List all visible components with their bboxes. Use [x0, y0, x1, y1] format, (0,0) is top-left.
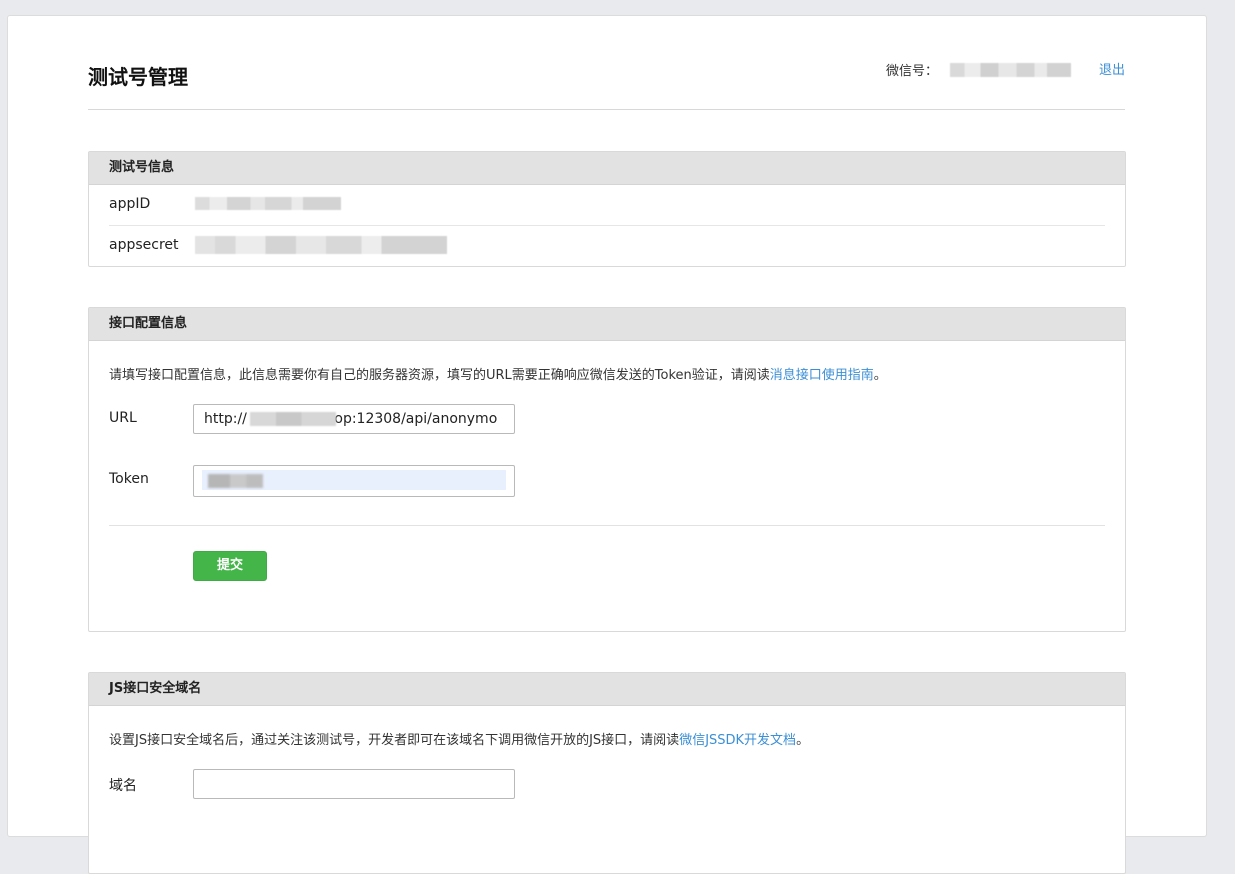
panel-title: 测试号信息: [89, 152, 1125, 185]
page-title: 测试号管理: [88, 65, 188, 89]
panel-title: JS接口安全域名: [89, 673, 1125, 706]
interface-config-description: 请填写接口配置信息，此信息需要你有自己的服务器资源，填写的URL需要正确响应微信…: [109, 364, 887, 383]
description-text: 设置JS接口安全域名后，通过关注该测试号，开发者即可在该域名下调用微信开放的JS…: [109, 733, 680, 748]
logout-link[interactable]: 退出: [1099, 59, 1125, 78]
page-container: 测试号管理 微信号： 退出 测试号信息 appID appsecret 接口配置…: [7, 15, 1207, 874]
appid-label: appID: [109, 196, 151, 212]
url-label: URL: [109, 410, 137, 426]
submit-button[interactable]: 提交: [193, 551, 267, 581]
description-period: 。: [796, 733, 810, 748]
url-host-redacted: [250, 412, 336, 426]
test-account-info-panel: 测试号信息 appID appsecret: [88, 151, 1126, 267]
wechat-id-value-redacted: [950, 63, 1071, 77]
token-input[interactable]: [193, 465, 515, 497]
description-text: 请填写接口配置信息，此信息需要你有自己的服务器资源，填写的URL需要正确响应微信…: [109, 368, 770, 383]
domain-input[interactable]: [193, 769, 515, 799]
form-divider: [109, 525, 1105, 526]
appsecret-value-redacted: [195, 236, 447, 254]
description-period: 。: [873, 368, 887, 383]
jssdk-docs-link[interactable]: 微信JSSDK开发文档: [679, 733, 796, 748]
appsecret-label: appsecret: [109, 237, 179, 253]
page-header: 测试号管理 微信号： 退出: [88, 16, 1125, 110]
appid-row: appID: [109, 185, 1105, 226]
js-domain-description: 设置JS接口安全域名后，通过关注该测试号，开发者即可在该域名下调用微信开放的JS…: [109, 729, 809, 748]
panel-title: 接口配置信息: [89, 308, 1125, 341]
appid-value-redacted: [195, 197, 341, 210]
url-suffix: top:12308/api/anonymo: [328, 411, 498, 427]
url-prefix: http://: [204, 411, 247, 427]
wechat-id-label: 微信号：: [885, 64, 938, 79]
token-label: Token: [109, 471, 149, 487]
domain-label: 域名: [109, 778, 137, 794]
js-domain-panel: JS接口安全域名 设置JS接口安全域名后，通过关注该测试号，开发者即可在该域名下…: [88, 672, 1126, 874]
message-interface-guide-link[interactable]: 消息接口使用指南: [770, 368, 874, 383]
appsecret-row: appsecret: [109, 226, 1105, 266]
url-input[interactable]: http:// top:12308/api/anonymo: [193, 404, 515, 434]
token-value-redacted: [208, 474, 263, 488]
interface-config-panel: 接口配置信息 请填写接口配置信息，此信息需要你有自己的服务器资源，填写的URL需…: [88, 307, 1126, 632]
